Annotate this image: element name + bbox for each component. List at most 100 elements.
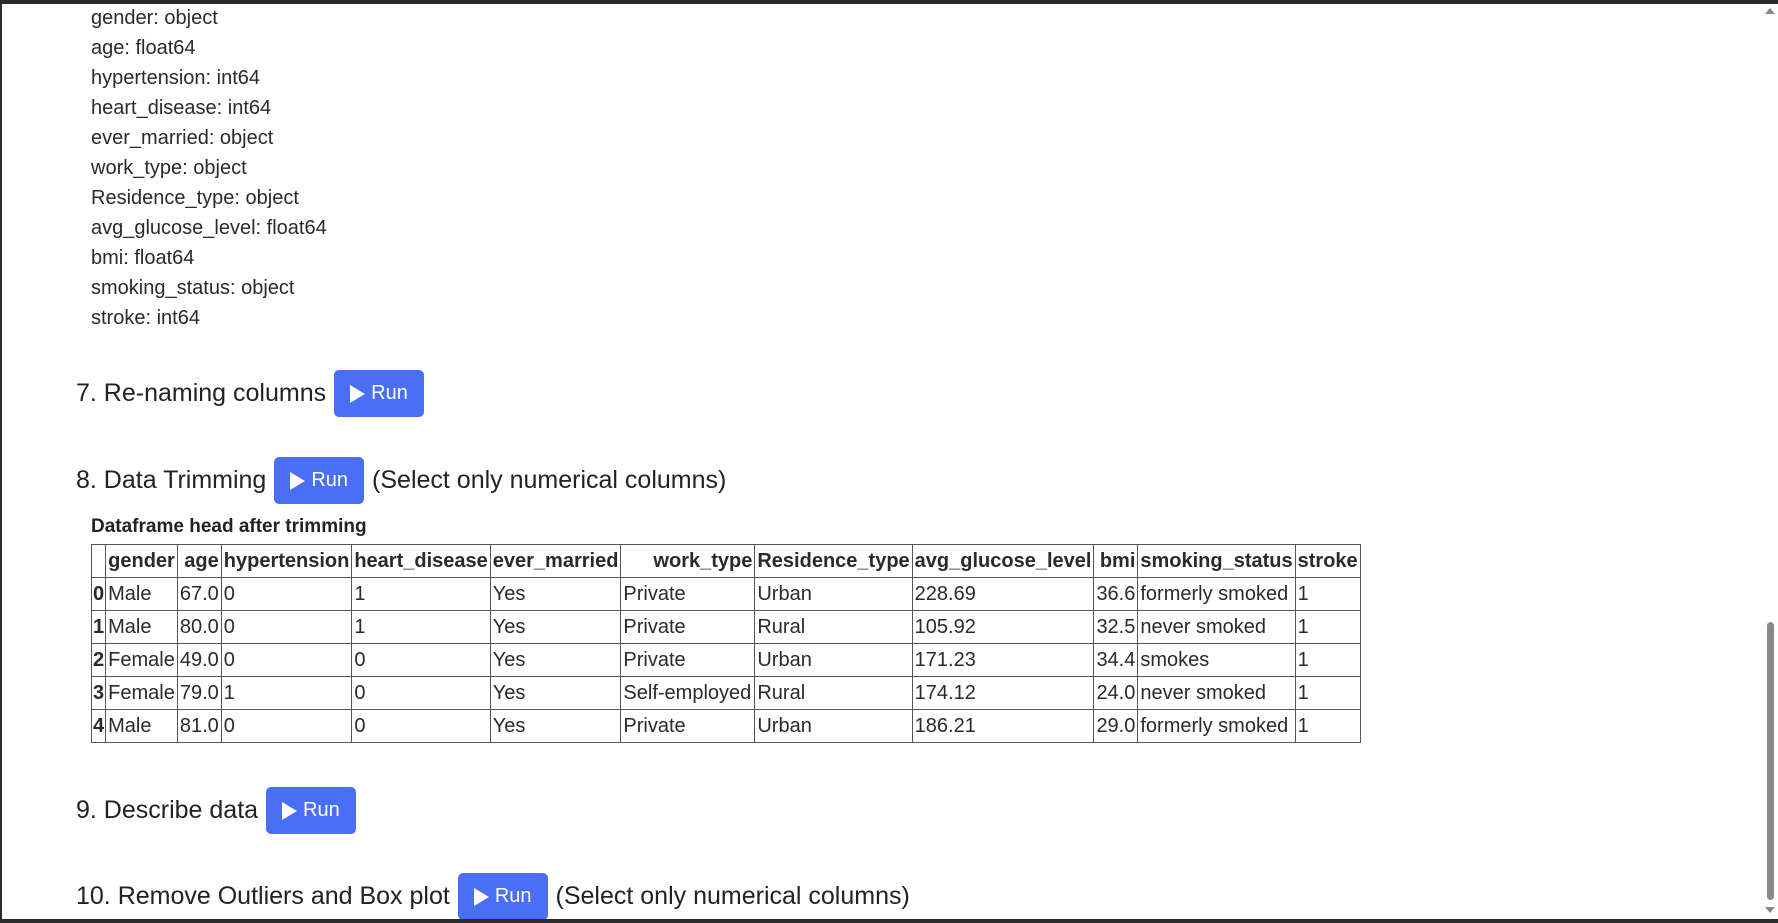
table-cell: 171.23 bbox=[911, 643, 1095, 677]
table-cell: Male bbox=[105, 709, 178, 743]
table-cell: 49.0 bbox=[176, 643, 222, 677]
section-title: 9. Describe data bbox=[76, 796, 259, 824]
run-button[interactable]: Run bbox=[457, 873, 548, 919]
table-cell: Female bbox=[105, 676, 178, 710]
column-header: avg_glucose_level bbox=[911, 544, 1095, 578]
scrollbar-thumb[interactable] bbox=[1767, 622, 1774, 900]
section-remove-outliers: 10. Remove Outliers and Box plot Run (Se… bbox=[76, 873, 910, 919]
table-cell: formerly smoked bbox=[1137, 577, 1296, 611]
table-cell: 186.21 bbox=[911, 709, 1095, 743]
table-cell: 34.4 bbox=[1093, 643, 1139, 677]
table-cell: Yes bbox=[489, 709, 622, 743]
table-cell: smokes bbox=[1137, 643, 1296, 677]
scroll-down-arrow-icon[interactable] bbox=[1765, 907, 1775, 913]
table-cell: Rural bbox=[754, 610, 913, 644]
section-renaming-columns: 7. Re-naming columns Run bbox=[76, 370, 424, 417]
table-cell: 174.12 bbox=[911, 676, 1095, 710]
row-index: 4 bbox=[90, 709, 107, 743]
table-cell: 1 bbox=[1294, 643, 1361, 677]
table-cell: Private bbox=[620, 643, 756, 677]
column-header: Residence_type bbox=[754, 544, 913, 578]
run-button-label: Run bbox=[371, 382, 408, 404]
table-cell: 1 bbox=[220, 676, 353, 710]
table-cell: Yes bbox=[489, 676, 622, 710]
section-describe-data: 9. Describe data Run bbox=[76, 787, 356, 834]
column-header: bmi bbox=[1093, 544, 1139, 578]
table-cell: 105.92 bbox=[911, 610, 1095, 644]
table-cell: 67.0 bbox=[176, 577, 222, 611]
dtype-item: bmi: float64 bbox=[91, 247, 195, 269]
table-cell: 24.0 bbox=[1093, 676, 1139, 710]
play-icon bbox=[473, 887, 489, 906]
table-cell: 228.69 bbox=[911, 577, 1095, 611]
table-cell: Rural bbox=[754, 676, 913, 710]
table-cell: 1 bbox=[1294, 610, 1361, 644]
table-cell: never smoked bbox=[1137, 676, 1296, 710]
run-button[interactable]: Run bbox=[274, 457, 365, 504]
column-header: ever_married bbox=[489, 544, 622, 578]
table-cell: 0 bbox=[351, 643, 491, 677]
dtype-item: stroke: int64 bbox=[91, 307, 200, 329]
notebook-content: gender: object age: float64 hypertension… bbox=[0, 0, 1760, 919]
table-cell: 32.5 bbox=[1093, 610, 1139, 644]
table-cell: 0 bbox=[220, 643, 353, 677]
table-cell: 0 bbox=[220, 610, 353, 644]
table-cell: 29.0 bbox=[1093, 709, 1139, 743]
table-cell: 80.0 bbox=[176, 610, 222, 644]
table-cell: never smoked bbox=[1137, 610, 1296, 644]
dtype-item: Residence_type: object bbox=[91, 187, 299, 209]
dtype-item: work_type: object bbox=[91, 157, 247, 179]
table-cell: Private bbox=[620, 577, 756, 611]
row-index: 1 bbox=[90, 610, 107, 644]
dtype-item: ever_married: object bbox=[91, 127, 274, 149]
table-cell: Urban bbox=[754, 709, 913, 743]
table-cell: 81.0 bbox=[176, 709, 222, 743]
index-header bbox=[90, 544, 107, 578]
column-header: age bbox=[176, 544, 222, 578]
window-bottom-border bbox=[0, 919, 1778, 923]
table-row: 4 Male 81.0 0 0 Yes Private Urban 186.21… bbox=[90, 709, 1361, 743]
run-button-label: Run bbox=[494, 885, 532, 907]
section-note: (Select only numerical columns) bbox=[372, 466, 727, 494]
row-index: 3 bbox=[90, 676, 107, 710]
table-cell: 1 bbox=[1294, 577, 1361, 611]
section-title: 10. Remove Outliers and Box plot bbox=[76, 882, 450, 910]
dtype-item: smoking_status: object bbox=[91, 277, 295, 299]
dtype-item: hypertension: int64 bbox=[91, 67, 261, 89]
table-cell: Male bbox=[105, 577, 178, 611]
table-header-row: gender age hypertension heart_disease ev… bbox=[90, 544, 1361, 578]
dtype-item: heart_disease: int64 bbox=[91, 97, 272, 119]
table-cell: Female bbox=[105, 643, 178, 677]
dataframe-caption: Dataframe head after trimming bbox=[91, 516, 367, 537]
table-cell: Yes bbox=[489, 610, 622, 644]
play-icon bbox=[282, 801, 298, 820]
section-title: 8. Data Trimming bbox=[76, 466, 267, 494]
play-icon bbox=[350, 384, 366, 403]
section-title: 7. Re-naming columns bbox=[76, 379, 327, 407]
table-cell: Male bbox=[105, 610, 178, 644]
row-index: 0 bbox=[90, 577, 107, 611]
column-header: work_type bbox=[620, 544, 756, 578]
table-cell: 1 bbox=[351, 610, 491, 644]
scroll-up-arrow-icon[interactable] bbox=[1765, 8, 1775, 14]
table-cell: Urban bbox=[754, 643, 913, 677]
row-index: 2 bbox=[90, 643, 107, 677]
dataframe-table: gender age hypertension heart_disease ev… bbox=[90, 544, 1361, 743]
table-cell: Yes bbox=[489, 577, 622, 611]
table-cell: 79.0 bbox=[176, 676, 222, 710]
table-cell: 1 bbox=[1294, 709, 1361, 743]
run-button[interactable]: Run bbox=[266, 787, 356, 834]
play-icon bbox=[290, 471, 306, 490]
run-button-label: Run bbox=[303, 799, 340, 821]
dtype-item: gender: object bbox=[91, 7, 218, 29]
dtype-list: gender: object age: float64 hypertension… bbox=[91, 3, 327, 333]
column-header: smoking_status bbox=[1137, 544, 1296, 578]
table-row: 0 Male 67.0 0 1 Yes Private Urban 228.69… bbox=[90, 577, 1361, 611]
table-cell: 0 bbox=[351, 709, 491, 743]
dtype-item: age: float64 bbox=[91, 37, 196, 59]
table-row: 1 Male 80.0 0 1 Yes Private Rural 105.92… bbox=[90, 610, 1361, 644]
section-data-trimming: 8. Data Trimming Run (Select only numeri… bbox=[76, 457, 726, 504]
column-header: hypertension bbox=[220, 544, 353, 578]
table-row: 2 Female 49.0 0 0 Yes Private Urban 171.… bbox=[90, 643, 1361, 677]
run-button[interactable]: Run bbox=[334, 370, 424, 417]
